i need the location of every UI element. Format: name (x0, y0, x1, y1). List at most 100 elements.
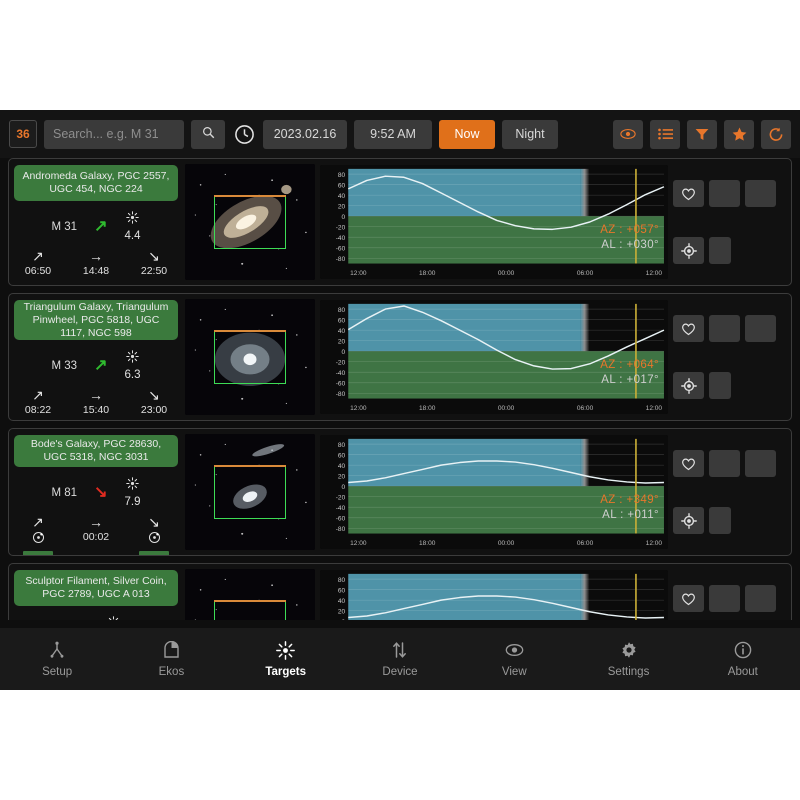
target-row[interactable]: Andromeda Galaxy, PGC 2557, UGC 454, NGC… (8, 158, 792, 286)
transit-arrow-icon: → (89, 515, 103, 529)
svg-text:0: 0 (342, 484, 346, 491)
nav-item-device[interactable]: Device (343, 640, 457, 678)
rise-time: 08:22 (25, 404, 51, 416)
remove-target-button[interactable] (745, 450, 776, 477)
svg-text:18:00: 18:00 (419, 270, 436, 277)
now-button[interactable]: Now (439, 120, 495, 149)
svg-text:-40: -40 (336, 235, 346, 242)
target-names[interactable]: Bode's Galaxy, PGC 28630, UGC 5318, NGC … (14, 435, 178, 467)
target-info: Bode's Galaxy, PGC 28630, UGC 5318, NGC … (9, 429, 183, 555)
sky-thumbnail[interactable] (185, 164, 315, 280)
goto-target-button[interactable] (673, 507, 704, 534)
nav-item-settings[interactable]: Settings (571, 640, 685, 678)
row-actions-top (673, 180, 776, 207)
svg-text:60: 60 (338, 588, 346, 595)
sky-thumbnail[interactable] (185, 569, 315, 620)
svg-text:-20: -20 (336, 225, 346, 232)
add-target-button[interactable] (709, 315, 740, 342)
add-target-button[interactable] (709, 180, 740, 207)
magnitude-block: 4.4 (124, 211, 140, 242)
altitude-chart[interactable]: 806040200-20-40-60-8012:0018:0000:0006:0… (320, 300, 668, 414)
nav-label: Ekos (159, 666, 185, 678)
date-button[interactable]: 2023.02.16 (263, 120, 347, 149)
sky-thumbnail[interactable] (185, 299, 315, 415)
goto-target-button[interactable] (673, 372, 704, 399)
target-list[interactable]: Andromeda Galaxy, PGC 2557, UGC 454, NGC… (0, 158, 800, 620)
brightness-icon (126, 211, 139, 229)
list-icon[interactable] (650, 120, 680, 149)
svg-text:00:00: 00:00 (498, 540, 515, 547)
sky-thumbnail[interactable] (185, 434, 315, 550)
night-button[interactable]: Night (502, 120, 558, 149)
star-icon[interactable] (724, 120, 754, 149)
designation-row: M 33 ↗ 6.3 (13, 350, 179, 381)
nav-item-about[interactable]: About (686, 640, 800, 678)
favorite-button[interactable] (673, 450, 704, 477)
go-and-solve-button[interactable] (709, 507, 731, 534)
nav-label: Device (382, 666, 417, 678)
nav-item-view[interactable]: View (457, 640, 571, 678)
svg-text:12:00: 12:00 (350, 405, 367, 412)
altitude-chart[interactable]: 806040200-20-40-60-8012:0018:0000:0006:0… (320, 165, 668, 279)
altitude-trend-icon: ↗ (94, 219, 107, 235)
nav-item-targets[interactable]: Targets (229, 640, 343, 678)
set-cell: ↘ (132, 515, 176, 556)
svg-text:20: 20 (338, 339, 346, 346)
circumpolar-bar (139, 551, 169, 556)
designation-row: M 81 ↘ 7.9 (13, 477, 179, 508)
target-names[interactable]: Sculptor Filament, Silver Coin, PGC 2789… (14, 570, 178, 606)
target-row[interactable]: Sculptor Filament, Silver Coin, PGC 2789… (8, 563, 792, 620)
svg-text:-60: -60 (336, 381, 346, 388)
remove-target-button[interactable] (745, 315, 776, 342)
favorite-button[interactable] (673, 315, 704, 342)
favorite-button[interactable] (673, 180, 704, 207)
altitude-trend-icon: ↗ (94, 358, 107, 374)
svg-text:-80: -80 (336, 391, 346, 398)
remove-target-button[interactable] (745, 180, 776, 207)
altitude-chart[interactable]: 806040200-20-40-60-8012:0018:0000:0006:0… (320, 570, 668, 620)
row-actions-bottom (673, 372, 731, 399)
svg-text:18:00: 18:00 (419, 405, 436, 412)
transit-arrow-icon: → (89, 249, 103, 263)
transit-cell: → 00:02 (74, 515, 118, 556)
go-and-solve-button[interactable] (709, 372, 731, 399)
svg-text:80: 80 (338, 172, 346, 179)
transit-arrow-icon: → (89, 388, 103, 402)
target-row[interactable]: Bode's Galaxy, PGC 28630, UGC 5318, NGC … (8, 428, 792, 556)
nav-item-ekos[interactable]: Ekos (114, 640, 228, 678)
go-and-solve-button[interactable] (709, 237, 731, 264)
rise-arrow-icon: ↗ (32, 249, 44, 263)
add-target-button[interactable] (709, 450, 740, 477)
set-time: 22:50 (141, 265, 167, 277)
time-button[interactable]: 9:52 AM (354, 120, 432, 149)
set-arrow-icon: ↘ (148, 515, 160, 529)
rise-transit-set-row: ↗ 06:50 → 14:48 ↘ 22:50 (13, 249, 179, 277)
target-designation: M 33 (52, 360, 78, 372)
target-names[interactable]: Andromeda Galaxy, PGC 2557, UGC 454, NGC… (14, 165, 178, 201)
altitude-chart[interactable]: 806040200-20-40-60-8012:0018:0000:0006:0… (320, 435, 668, 549)
goto-target-button[interactable] (673, 237, 704, 264)
target-row[interactable]: Triangulum Galaxy, Triangulum Pinwheel, … (8, 293, 792, 421)
filter-icon[interactable] (687, 120, 717, 149)
target-info: Sculptor Filament, Silver Coin, PGC 2789… (9, 564, 183, 620)
rise-cell: ↗ 08:22 (16, 388, 60, 416)
eye-icon[interactable] (613, 120, 643, 149)
camera-fov-box (214, 196, 287, 248)
remove-target-button[interactable] (745, 585, 776, 612)
magnitude-value: 6.3 (124, 369, 140, 381)
refresh-icon[interactable] (761, 120, 791, 149)
coordinates-readout: AZ : +057° AL : +030° (600, 223, 659, 253)
clock-icon[interactable] (232, 124, 256, 145)
transit-time: 15:40 (83, 404, 109, 416)
fov-top-edge (214, 195, 287, 197)
row-actions-bottom (673, 507, 731, 534)
target-names[interactable]: Triangulum Galaxy, Triangulum Pinwheel, … (14, 300, 178, 340)
search-button[interactable] (191, 120, 225, 149)
favorite-button[interactable] (673, 585, 704, 612)
svg-text:12:00: 12:00 (350, 270, 367, 277)
nav-item-setup[interactable]: Setup (0, 640, 114, 678)
search-input[interactable]: Search... e.g. M 31 (44, 120, 184, 149)
add-target-button[interactable] (709, 585, 740, 612)
transit-cell: → 14:48 (74, 249, 118, 277)
row-actions (671, 429, 791, 555)
